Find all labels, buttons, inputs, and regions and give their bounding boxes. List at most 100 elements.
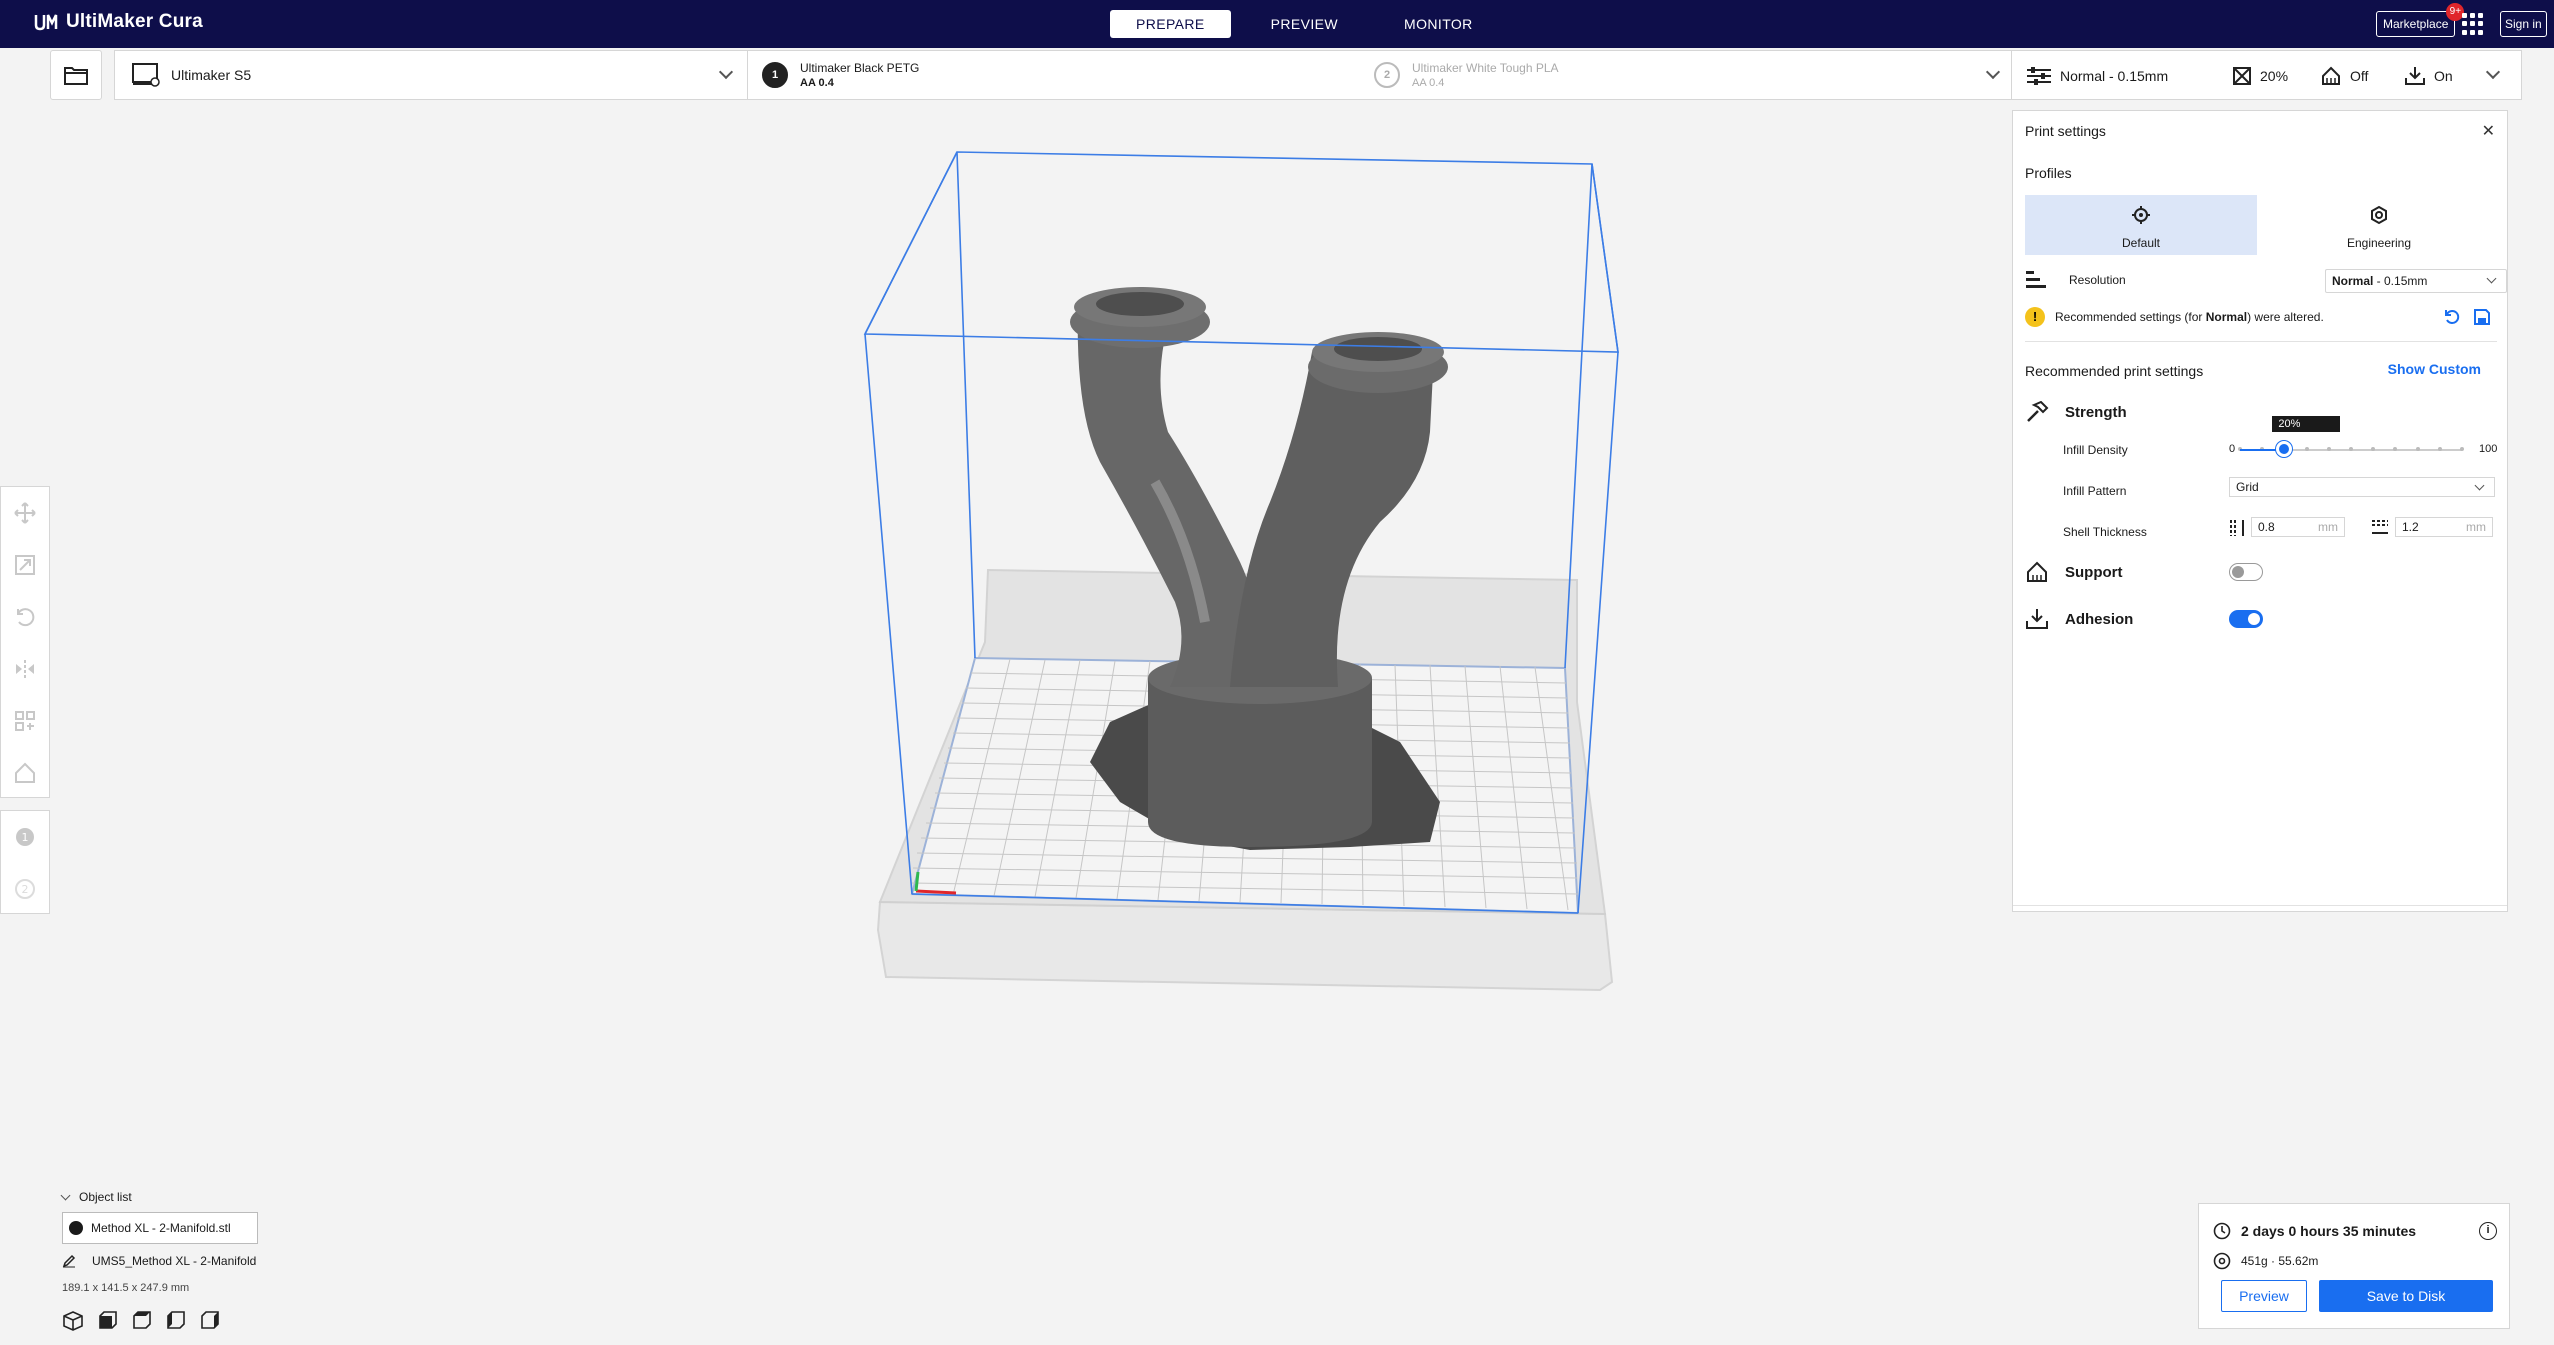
nut-icon (2371, 205, 2387, 225)
sign-in-button[interactable]: Sign in (2500, 11, 2547, 37)
resolution-dropdown[interactable]: Normal - 0.15mm (2325, 269, 2507, 293)
support-summary-label: Off (2350, 68, 2369, 84)
infill-pattern-value: Grid (2236, 480, 2259, 494)
resolution-row: Resolution Normal - 0.15mm (2025, 269, 2507, 297)
app-title: UltiMaker Cura (66, 11, 203, 32)
info-icon[interactable]: i (2479, 1222, 2497, 1240)
sliders-icon (2027, 67, 2051, 85)
profile-summary: Normal - 0.15mm (2026, 66, 2168, 86)
object-list-item[interactable]: Method XL - 2-Manifold.stl (62, 1212, 258, 1244)
move-tool-icon[interactable] (1, 487, 49, 539)
marketplace-label: Marketplace (2383, 17, 2449, 31)
infill-max-label: 100 (2479, 443, 2498, 455)
rotate-tool-icon[interactable] (1, 591, 49, 643)
3d-view-icon[interactable] (62, 1310, 84, 1332)
infill-summary-label: 20% (2260, 68, 2289, 84)
layer-height-icon (2026, 271, 2046, 288)
slider-handle[interactable] (2276, 441, 2293, 457)
object-list-header[interactable]: Object list (60, 1190, 362, 1204)
close-icon[interactable]: ✕ (2482, 121, 2495, 141)
apps-grid-icon[interactable] (2462, 13, 2484, 35)
object-list-title: Object list (79, 1190, 132, 1204)
strength-category: Strength (2025, 401, 2127, 423)
job-name: UMS5_Method XL - 2-Manifold (92, 1254, 257, 1268)
top-view-icon[interactable] (130, 1310, 152, 1332)
adhesion-category: Adhesion (2025, 608, 2133, 630)
infill-value-tooltip: 20% (2272, 416, 2341, 432)
profile-default-button[interactable]: Default (2025, 195, 2257, 255)
warning-text: Recommended settings (for Normal) were a… (2055, 310, 2324, 324)
profile-engineering-button[interactable]: Engineering (2263, 195, 2495, 255)
infill-summary: 20% (2232, 66, 2288, 86)
support-blocker-icon[interactable] (1, 747, 49, 799)
warning-icon: ! (2025, 307, 2045, 327)
recommended-title: Recommended print settings (2025, 363, 2204, 379)
top-bottom-thickness-input[interactable]: 1.2 mm (2395, 517, 2493, 537)
adhesion-icon (2405, 67, 2425, 85)
extruder-2-tool-icon[interactable]: 2 (1, 863, 49, 915)
adhesion-label: Adhesion (2065, 610, 2134, 628)
slider-tick (2437, 447, 2442, 451)
show-custom-button[interactable]: Show Custom (2388, 361, 2481, 377)
extruder-2-number: 2 (1374, 62, 1400, 88)
app-logo: UltiMaker Cura (34, 11, 203, 33)
infill-pattern-label: Infill Pattern (2063, 484, 2127, 498)
printer-icon (132, 63, 160, 87)
extruder-dot-icon (69, 1221, 83, 1235)
top-bottom-thickness-unit: mm (2466, 520, 2486, 534)
x-axis-indicator (915, 889, 957, 895)
infill-pattern-dropdown[interactable]: Grid (2229, 477, 2495, 497)
tool-toolbar (0, 486, 50, 798)
job-name-row[interactable]: UMS5_Method XL - 2-Manifold (62, 1254, 362, 1268)
extruder-1-core: AA 0.4 (800, 77, 834, 89)
machine-selector[interactable]: Ultimaker S5 (114, 50, 748, 100)
scale-tool-icon[interactable] (1, 539, 49, 591)
save-profile-icon[interactable] (2473, 308, 2491, 326)
extruder-1-tool-icon[interactable]: 1 (1, 811, 49, 863)
marketplace-button[interactable]: Marketplace 9+ (2376, 3, 2465, 37)
mirror-tool-icon[interactable] (1, 643, 49, 695)
shell-thickness-label: Shell Thickness (2063, 525, 2147, 539)
print-settings-summary[interactable]: Normal - 0.15mm 20% Off On (2012, 50, 2522, 100)
support-toggle[interactable] (2229, 563, 2263, 581)
support-label: Support (2065, 563, 2123, 581)
infill-icon (2233, 67, 2251, 85)
profile-default-label: Default (2121, 236, 2161, 250)
left-view-icon[interactable] (164, 1310, 186, 1332)
reset-icon[interactable] (2443, 308, 2461, 326)
slider-tick (2304, 447, 2309, 451)
support-icon (2322, 66, 2340, 85)
extruder-1: 1 Ultimaker Black PETG AA 0.4 (762, 61, 919, 89)
gear-icon (2132, 206, 2150, 224)
chevron-down-icon (2485, 64, 2501, 80)
print-time-row: 2 days 0 hours 35 minutes (2213, 1222, 2416, 1240)
extruder-1-number: 1 (762, 62, 788, 88)
front-view-icon[interactable] (96, 1310, 118, 1332)
adhesion-toggle[interactable] (2229, 610, 2263, 628)
wall-thickness-input[interactable]: 0.8 mm (2251, 517, 2345, 537)
print-time: 2 days 0 hours 35 minutes (2241, 1223, 2417, 1239)
folder-icon (64, 67, 88, 85)
altered-settings-warning: ! Recommended settings (for Normal) were… (2025, 307, 2497, 331)
per-model-settings-icon[interactable] (1, 695, 49, 747)
material-selector[interactable]: 1 Ultimaker Black PETG AA 0.4 2 Ultimake… (748, 50, 2012, 100)
save-to-disk-button[interactable]: Save to Disk (2319, 1280, 2493, 1312)
stage-tabs: PREPARE PREVIEW MONITOR (1110, 10, 1499, 38)
support-category: Support (2025, 561, 2123, 583)
support-icon (2027, 561, 2047, 582)
right-view-icon[interactable] (198, 1310, 220, 1332)
preview-button[interactable]: Preview (2221, 1280, 2307, 1312)
infill-density-slider[interactable] (2238, 441, 2464, 457)
tab-prepare[interactable]: PREPARE (1110, 10, 1231, 38)
infill-min-label: 0 (2229, 443, 2236, 455)
extruder-1-material: Ultimaker Black PETG (800, 61, 920, 75)
open-file-button[interactable] (50, 50, 102, 100)
slider-tick (2326, 447, 2331, 451)
tab-monitor[interactable]: MONITOR (1378, 10, 1499, 38)
svg-text:2: 2 (22, 883, 29, 896)
chevron-down-icon (60, 1190, 71, 1200)
infill-density-label: Infill Density (2063, 443, 2128, 457)
wall-thickness-value: 0.8 (2258, 520, 2275, 534)
resolution-label: Resolution (2069, 273, 2126, 287)
tab-preview[interactable]: PREVIEW (1245, 10, 1364, 38)
